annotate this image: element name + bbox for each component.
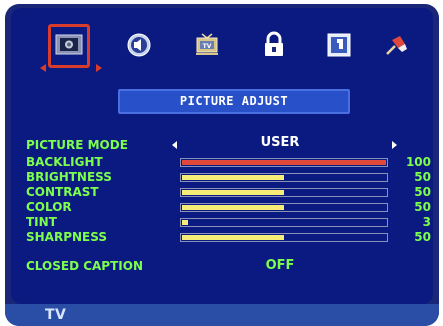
brightness-slider[interactable] — [180, 173, 388, 182]
tv-icon[interactable]: TV — [190, 28, 224, 62]
contrast-value: 50 — [414, 185, 431, 199]
color-slider-fill — [182, 205, 284, 210]
brightness-value: 50 — [414, 170, 431, 184]
sharpness-slider-fill — [182, 235, 284, 240]
contrast-label: CONTRAST — [26, 185, 99, 199]
backlight-slider-fill — [182, 160, 386, 165]
brightness-slider-fill — [182, 175, 284, 180]
tint-value: 3 — [422, 215, 431, 229]
tint-slider[interactable] — [180, 218, 388, 227]
brightness-label: BRIGHTNESS — [26, 170, 112, 184]
contrast-slider-fill — [182, 190, 284, 195]
color-value: 50 — [414, 200, 431, 214]
picture-icon[interactable] — [52, 28, 86, 62]
contrast-slider[interactable] — [180, 188, 388, 197]
backlight-label: BACKLIGHT — [26, 155, 103, 169]
picture-mode-right-arrow[interactable] — [392, 141, 397, 149]
picture-mode-label: PICTURE MODE — [26, 138, 128, 152]
tools-icon[interactable] — [378, 28, 412, 62]
tint-slider-fill — [182, 220, 188, 225]
footer-bar — [5, 304, 439, 326]
display-setup-icon[interactable] — [322, 28, 356, 62]
backlight-slider[interactable] — [180, 158, 388, 167]
svg-text:TV: TV — [203, 43, 212, 50]
selection-left-arrow — [40, 64, 46, 72]
picture-mode-left-arrow[interactable] — [172, 141, 177, 149]
tint-label: TINT — [26, 215, 57, 229]
picture-mode-value[interactable]: USER — [240, 136, 320, 150]
sharpness-value: 50 — [414, 230, 431, 244]
audio-icon[interactable] — [122, 28, 156, 62]
sharpness-label: SHARPNESS — [26, 230, 107, 244]
backlight-value: 100 — [405, 155, 431, 169]
closed-caption-label: CLOSED CAPTION — [26, 259, 143, 273]
selection-right-arrow — [96, 64, 102, 72]
lock-icon[interactable] — [257, 28, 291, 62]
color-label: COLOR — [26, 200, 72, 214]
color-slider[interactable] — [180, 203, 388, 212]
input-source-label: TV — [45, 307, 67, 323]
menu-title: PICTURE ADJUST — [118, 89, 350, 114]
osd-menu: TV TV PICTURE ADJUST PICTURE MODE USER B… — [0, 0, 443, 326]
closed-caption-value[interactable]: OFF — [230, 259, 330, 273]
sharpness-slider[interactable] — [180, 233, 388, 242]
